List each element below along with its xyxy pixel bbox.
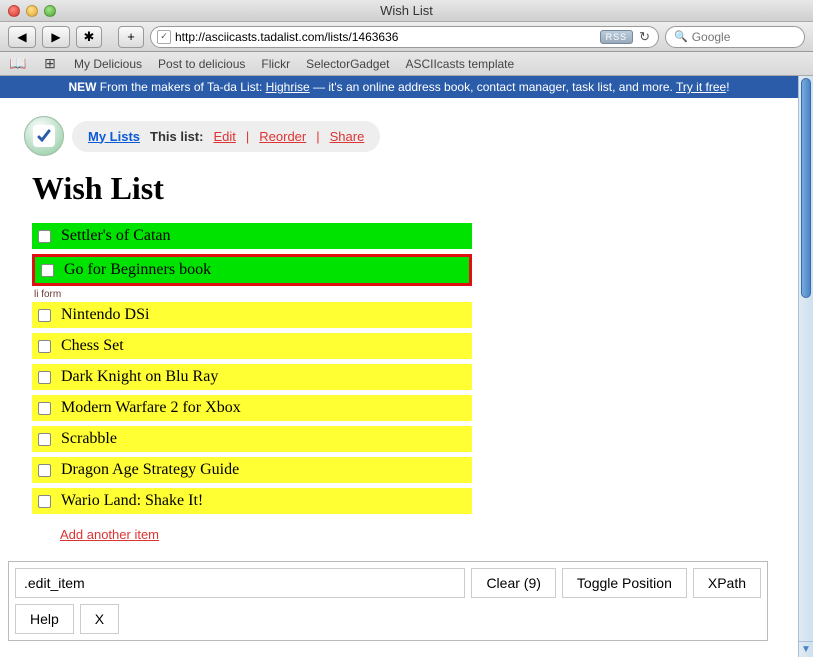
back-button[interactable]: ◀ [8,26,36,48]
list-item[interactable]: Settler's of Catan [32,223,472,249]
promo-cta-link[interactable]: Try it free [676,80,726,94]
vertical-scrollbar[interactable]: ▼ [798,76,813,657]
bookmarks-book-icon[interactable]: 📖 [10,56,26,72]
scroll-thumb[interactable] [801,78,811,298]
search-bar[interactable]: 🔍 [665,26,805,48]
item-label: Dark Knight on Blu Ray [61,368,218,386]
search-input[interactable] [692,30,813,44]
browser-toolbar: ◀ ▶ ✱ + ✓ RSS ↻ 🔍 [0,22,813,52]
edit-link[interactable]: Edit [213,129,235,144]
window-titlebar: Wish List [0,0,813,22]
selector-hint-label: li form [34,289,766,300]
bug-icon: ✱ [84,29,95,45]
clear-button[interactable]: Clear (9) [471,568,555,598]
bookmarks-bar: 📖 ⊞ My Delicious Post to delicious Flick… [0,52,813,76]
page-content: NEW From the makers of Ta-da List: Highr… [0,76,798,657]
separator: | [246,129,249,144]
bookmark-link[interactable]: ASCIIcasts template [405,57,514,71]
item-label: Modern Warfare 2 for Xbox [61,399,241,417]
wish-list: Settler's of Catan Go for Beginners book l… [32,223,766,514]
item-label: Nintendo DSi [61,306,149,324]
check-icon [33,125,55,147]
back-arrow-icon: ◀ [17,30,26,44]
selectorgadget-panel: Clear (9) Toggle Position XPath Help X [8,561,768,641]
firebug-button[interactable]: ✱ [76,26,102,48]
item-checkbox[interactable] [38,340,51,353]
item-label: Scrabble [61,430,117,448]
item-label: Wario Land: Shake It! [61,492,203,510]
forward-arrow-icon: ▶ [51,30,60,44]
scroll-down-arrow-icon[interactable]: ▼ [799,641,813,657]
plus-icon: + [127,29,135,44]
favicon-icon: ✓ [157,30,171,44]
add-bookmark-button[interactable]: + [118,26,144,48]
list-item[interactable]: Scrabble [32,426,472,452]
url-input[interactable] [175,30,596,44]
list-item[interactable]: Wario Land: Shake It! [32,488,472,514]
list-item[interactable]: Modern Warfare 2 for Xbox [32,395,472,421]
item-checkbox[interactable] [38,495,51,508]
item-label: Dragon Age Strategy Guide [61,461,239,479]
promo-lead: From the makers of Ta-da List: [100,80,263,94]
promo-new-label: NEW [68,80,96,94]
bookmark-link[interactable]: Post to delicious [158,57,245,71]
bookmark-link[interactable]: Flickr [261,57,290,71]
item-checkbox[interactable] [38,230,51,243]
list-item[interactable]: Chess Set [32,333,472,359]
list-item[interactable]: Dark Knight on Blu Ray [32,364,472,390]
rss-badge[interactable]: RSS [600,30,634,44]
search-icon: 🔍 [674,30,688,43]
item-checkbox[interactable] [41,264,54,277]
share-link[interactable]: Share [330,129,365,144]
item-checkbox[interactable] [38,433,51,446]
my-lists-link[interactable]: My Lists [88,129,140,144]
item-checkbox[interactable] [38,309,51,322]
page-title: Wish List [32,170,766,207]
item-checkbox[interactable] [38,464,51,477]
promo-product-link[interactable]: Highrise [266,80,310,94]
promo-mid: — it's an online address book, contact m… [313,80,673,94]
item-label: Go for Beginners book [64,261,211,279]
item-checkbox[interactable] [38,402,51,415]
reload-button[interactable]: ↻ [637,29,652,45]
reorder-link[interactable]: Reorder [259,129,306,144]
forward-button[interactable]: ▶ [42,26,70,48]
window-title: Wish List [0,3,813,18]
separator: | [316,129,319,144]
list-header: My Lists This list: Edit | Reorder | Sha… [24,116,798,156]
help-button[interactable]: Help [15,604,74,634]
bookmark-link[interactable]: SelectorGadget [306,57,389,71]
promo-banner: NEW From the makers of Ta-da List: Highr… [0,76,798,98]
toggle-position-button[interactable]: Toggle Position [562,568,687,598]
bookmarks-grid-icon[interactable]: ⊞ [42,56,58,72]
close-panel-button[interactable]: X [80,604,119,634]
selector-input[interactable] [15,568,465,598]
list-item[interactable]: Dragon Age Strategy Guide [32,457,472,483]
tadalist-logo[interactable] [24,116,64,156]
list-item[interactable]: Nintendo DSi [32,302,472,328]
bookmark-link[interactable]: My Delicious [74,57,142,71]
list-item-selected[interactable]: Go for Beginners book [32,254,472,286]
xpath-button[interactable]: XPath [693,568,761,598]
item-label: Settler's of Catan [61,227,171,245]
address-bar[interactable]: ✓ RSS ↻ [150,26,659,48]
item-label: Chess Set [61,337,124,355]
add-item-link[interactable]: Add another item [60,527,159,542]
list-actions-pill: My Lists This list: Edit | Reorder | Sha… [72,121,380,152]
this-list-label: This list: [150,129,203,144]
item-checkbox[interactable] [38,371,51,384]
